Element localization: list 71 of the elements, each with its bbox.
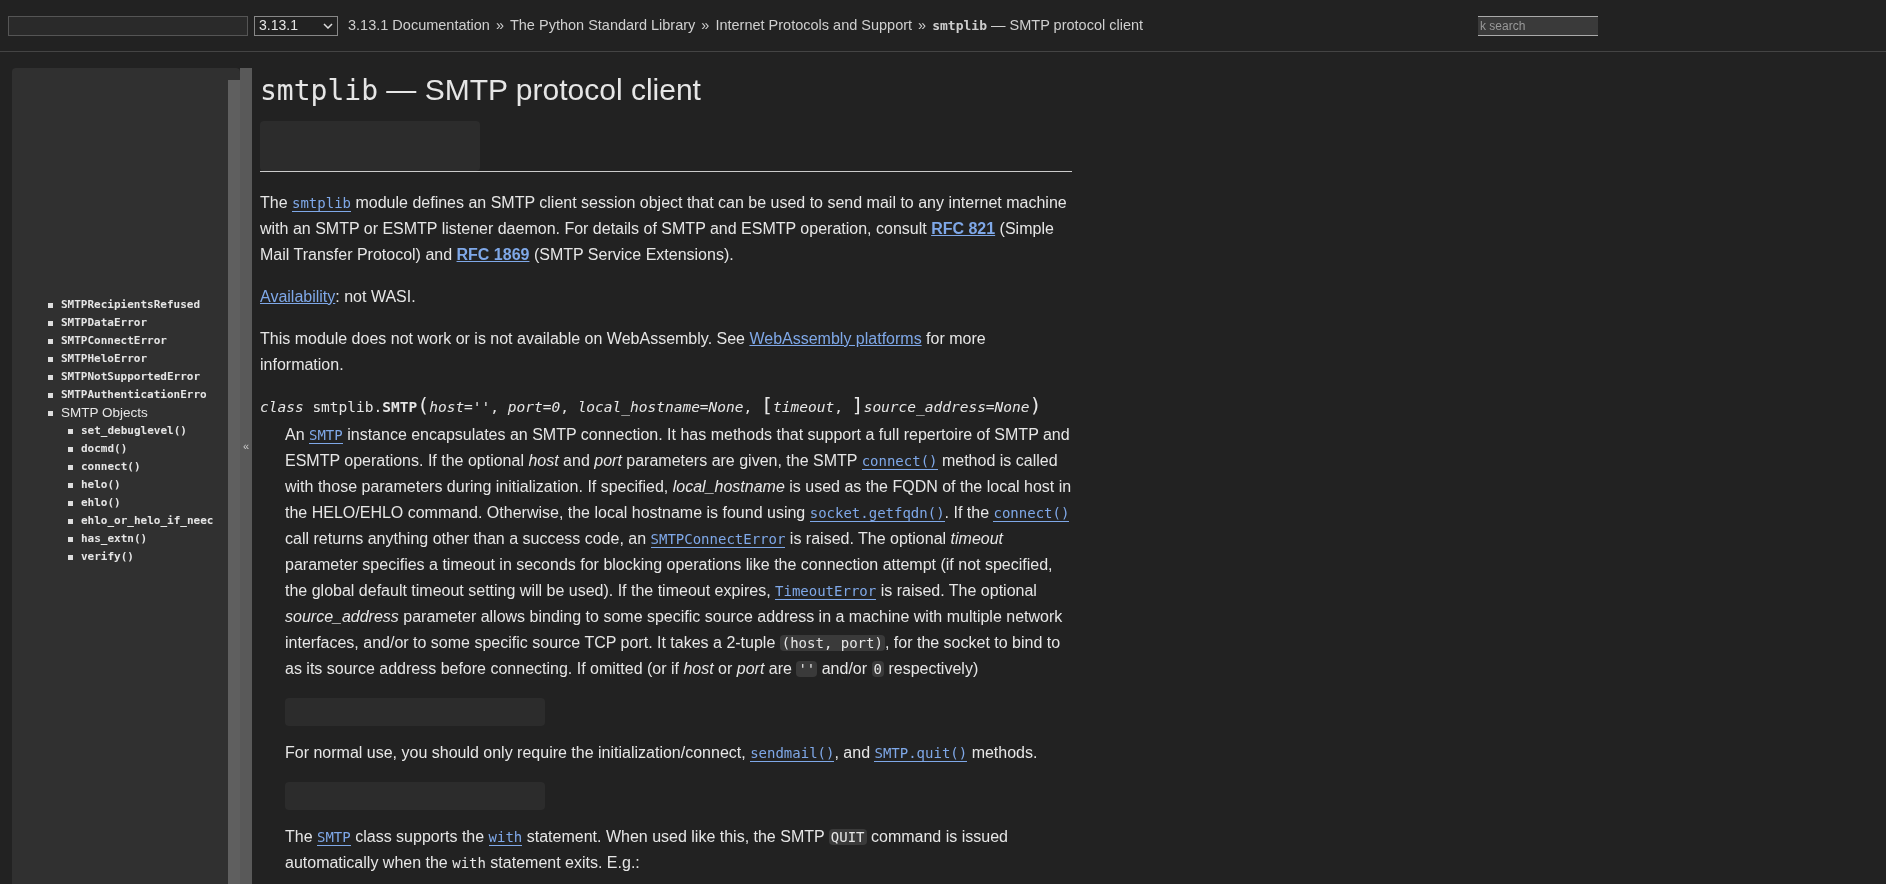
rfc-link[interactable]: RFC 821 bbox=[931, 220, 996, 237]
sidebar-link[interactable]: SMTP Objects bbox=[61, 402, 148, 424]
code-link[interactable]: connect() bbox=[993, 505, 1070, 522]
inline-code: QUIT bbox=[828, 829, 867, 845]
rfc-link[interactable]: RFC 1869 bbox=[456, 246, 530, 263]
sidebar-link[interactable]: SMTPAuthenticationErro bbox=[61, 386, 207, 404]
language-select[interactable] bbox=[8, 15, 248, 36]
code-link[interactable]: TimeoutError bbox=[775, 583, 877, 600]
sidebar-link[interactable]: docmd() bbox=[81, 440, 128, 458]
sidebar-link[interactable]: helo() bbox=[81, 476, 121, 494]
class-signature: class smtplib.SMTP(host='', port=0, local_hostname=None, [timeout, ]source_address=None) bbox=[260, 394, 1043, 418]
breadcrumb-link[interactable]: 3.13.1 Documentation bbox=[348, 14, 490, 37]
bullet-icon bbox=[68, 536, 73, 542]
link[interactable]: Availability bbox=[260, 288, 336, 305]
code-link[interactable]: connect() bbox=[861, 453, 938, 470]
collapse-sidebar-button[interactable]: « bbox=[240, 68, 252, 884]
bullet-icon bbox=[48, 338, 53, 344]
bullet-icon bbox=[68, 518, 73, 524]
code-link[interactable]: sendmail() bbox=[750, 745, 835, 762]
search-field[interactable]: k search bbox=[1478, 15, 1598, 36]
paragraph: The smtplib module defines an SMTP client session object that can be used to send mail to any internet machine with an SMTP or ESMTP listener daemon. For details of SMTP and ESMTP operation, consult RFC 821 (Simple Mail Transfer Protocol) and RFC 1869 (SMTP Service Extensions). bbox=[260, 193, 1068, 265]
bullet-icon bbox=[48, 392, 53, 398]
bullet-icon bbox=[68, 500, 73, 506]
paragraph: This module does not work or is not available on WebAssembly. See WebAssembly platforms for more information. bbox=[260, 329, 987, 375]
code-link[interactable]: SMTP bbox=[317, 829, 351, 846]
bullet-icon bbox=[48, 302, 53, 308]
breadcrumb-current: smtplib — SMTP protocol client bbox=[932, 15, 1144, 35]
sidebar-link[interactable]: SMTPDataError bbox=[61, 314, 148, 332]
code-link[interactable]: socket.getfqdn() bbox=[809, 505, 945, 522]
breadcrumb-link[interactable]: Internet Protocols and Support bbox=[715, 14, 913, 37]
code-link[interactable]: SMTP bbox=[309, 427, 343, 444]
code-link[interactable]: smtplib bbox=[292, 195, 352, 212]
paragraph: An SMTP instance encapsulates an SMTP connection. It has methods that support a full repertoire of SMTP and ESMTP operations. If the optional host and port parameters are given, the SMTP connect() method is called with those parameters during initialization. If specified, local_hostname is used as the FQDN of the local host in the HELO/EHLO command. Otherwise, the local hostname is found using socket.getfqdn(). If the connect() call returns anything other than a success code, an SMTPConnectError is raised. The optional timeout parameter specifies a timeout in seconds for blocking operations like the connection attempt (if not specified, the global default timeout setting will be used). If the timeout expires, TimeoutError is raised. The optional source_address parameter allows binding to some specific source address in a machine with multiple network interfaces, and/or to some specific source TCP port. It takes a 2-tuple (host, port), for the socket to bind to as its source address before connecting. If omitted (or if host or port are '' and/or 0 respectively) bbox=[285, 425, 1072, 679]
bullet-icon bbox=[48, 410, 53, 416]
inline-code: 0 bbox=[871, 661, 884, 677]
bullet-icon bbox=[68, 464, 73, 470]
inline-code: with bbox=[452, 855, 486, 871]
sidebar-link[interactable]: ehlo() bbox=[81, 494, 121, 512]
bullet-icon bbox=[68, 428, 73, 434]
sidebar-link[interactable]: connect() bbox=[81, 458, 141, 476]
bullet-icon bbox=[48, 356, 53, 362]
paragraph: The SMTP class supports the with statement. When used like this, the SMTP QUIT command is issued automatically when the with statement exits. E.g.: bbox=[285, 827, 1009, 873]
bullet-icon bbox=[48, 320, 53, 326]
sidebar-link[interactable]: SMTPHeloError bbox=[61, 350, 148, 368]
paragraph: For normal use, you should only require the initialization/connect, sendmail(), and SMTP.quit() methods. bbox=[285, 743, 1039, 764]
scrollbar[interactable] bbox=[228, 80, 240, 884]
paragraph: Availability: not WASI. bbox=[260, 287, 417, 307]
bullet-icon bbox=[68, 482, 73, 488]
inline-code: '' bbox=[796, 661, 818, 677]
sidebar-link[interactable]: set_debuglevel() bbox=[81, 422, 187, 440]
sidebar-link[interactable]: SMTPRecipientsRefused bbox=[61, 296, 201, 314]
breadcrumb-separator: » bbox=[495, 15, 504, 35]
bullet-icon bbox=[68, 554, 73, 560]
code-link[interactable]: SMTPConnectError bbox=[650, 531, 786, 548]
version-select[interactable]: 3.13.1 bbox=[254, 15, 338, 36]
sidebar-link[interactable]: has_extn() bbox=[81, 530, 148, 548]
breadcrumb-separator: » bbox=[918, 15, 927, 35]
bullet-icon bbox=[68, 446, 73, 452]
inline-code: (host, port) bbox=[779, 635, 885, 651]
sidebar-link[interactable]: verify() bbox=[81, 548, 134, 566]
bullet-icon bbox=[48, 374, 53, 380]
sidebar-link[interactable]: ehlo_or_helo_if_neec bbox=[81, 512, 214, 530]
link[interactable]: WebAssembly platforms bbox=[749, 330, 922, 347]
code-link[interactable]: with bbox=[488, 829, 523, 846]
breadcrumb-link[interactable]: The Python Standard Library bbox=[509, 14, 696, 37]
sidebar-link[interactable]: SMTPNotSupportedError bbox=[61, 368, 201, 386]
code-link[interactable]: SMTP.quit() bbox=[874, 745, 968, 762]
breadcrumb-separator: » bbox=[701, 15, 710, 35]
sidebar-link[interactable]: SMTPConnectError bbox=[61, 332, 167, 350]
caret-icon bbox=[323, 22, 333, 29]
page-title: smtplib — SMTP protocol client bbox=[260, 72, 702, 109]
